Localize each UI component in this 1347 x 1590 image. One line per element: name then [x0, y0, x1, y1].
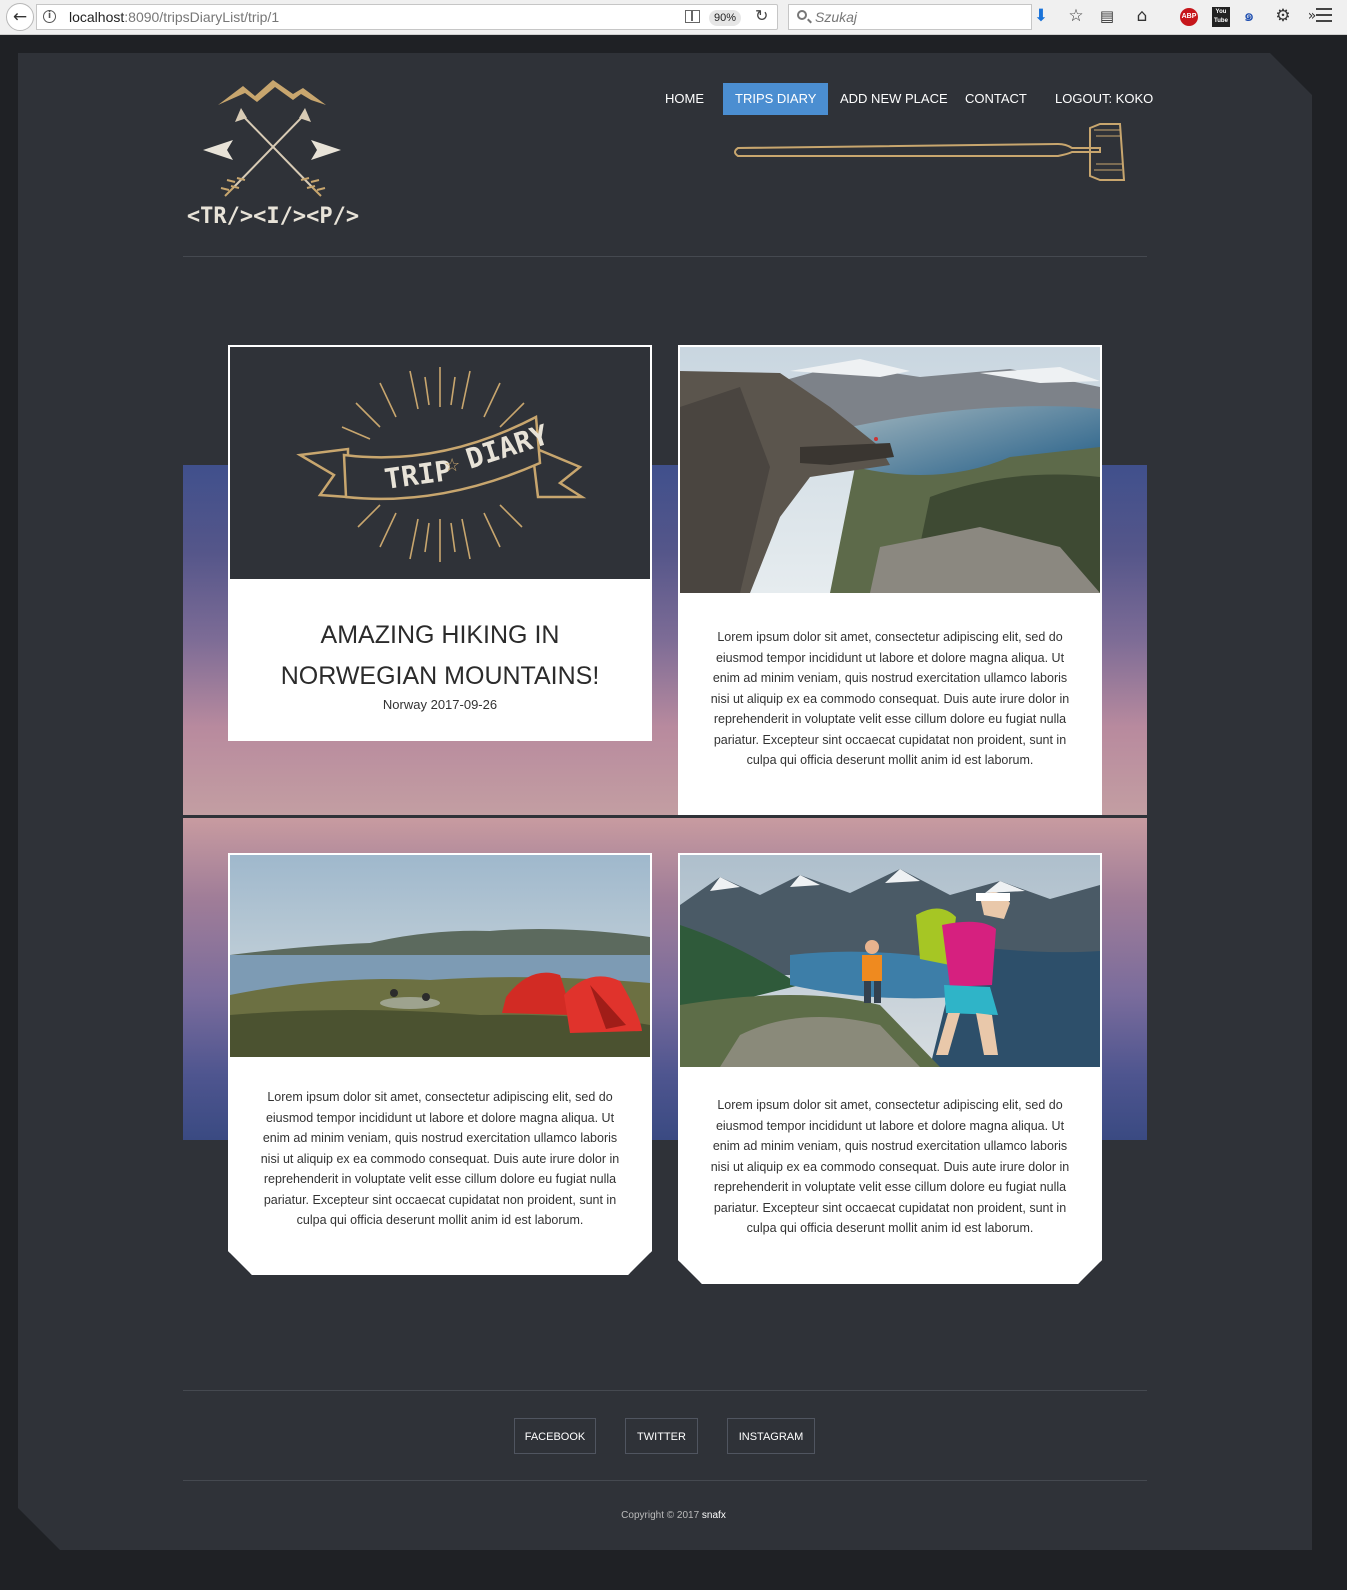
download-icon[interactable]: ⬇ — [1030, 5, 1052, 27]
trip-entry-card: Lorem ipsum dolor sit amet, consectetur … — [228, 853, 652, 1275]
search-bar[interactable]: Szukaj — [788, 4, 1032, 30]
entry-photo-hikers — [680, 855, 1100, 1067]
entry-text: Lorem ipsum dolor sit amet, consectetur … — [710, 1098, 1070, 1235]
entry-photo-fjord — [680, 347, 1100, 593]
info-icon[interactable]: i — [43, 10, 56, 23]
page-scrollbar[interactable] — [1330, 35, 1347, 1590]
url-text: localhost:8090/tripsDiaryList/trip/1 — [69, 9, 279, 25]
trip-diary-emblem: TRIP ☆ DIARY — [296, 367, 587, 562]
url-host: localhost — [69, 9, 125, 25]
browser-toolbar: ← i localhost:8090/tripsDiaryList/trip/1… — [0, 0, 1347, 35]
search-icon — [797, 10, 807, 20]
badge-star-icon: ☆ — [444, 455, 460, 476]
header-divider — [183, 256, 1147, 257]
axe-icon — [734, 123, 1126, 181]
bookmark-star-icon[interactable]: ☆ — [1065, 5, 1087, 27]
url-bar[interactable]: i localhost:8090/tripsDiaryList/trip/1 9… — [36, 4, 778, 30]
twitter-button[interactable]: TWITTER — [625, 1418, 698, 1454]
entry-text: Lorem ipsum dolor sit amet, consectetur … — [710, 630, 1070, 767]
footer-divider-top — [183, 1390, 1147, 1391]
site-logo[interactable]: <TR/><I/><P/> — [183, 78, 363, 228]
facebook-button[interactable]: FACEBOOK — [514, 1418, 596, 1454]
trip-diary-badge: TRIP ☆ DIARY — [230, 347, 650, 579]
nav-add-new-place[interactable]: ADD NEW PLACE — [828, 83, 960, 115]
nav-home[interactable]: HOME — [653, 83, 716, 115]
extension-icon[interactable]: ๑ — [1238, 5, 1260, 27]
youtube-icon[interactable]: You Tube — [1212, 7, 1230, 27]
copyright-author[interactable]: snafx — [702, 1510, 726, 1521]
home-icon[interactable]: ⌂ — [1131, 5, 1153, 27]
search-placeholder: Szukaj — [815, 9, 858, 25]
reload-icon[interactable]: ↻ — [755, 6, 768, 25]
band-divider — [183, 815, 1147, 818]
adblock-icon[interactable]: ABP — [1180, 8, 1198, 26]
trip-location-date: Norway 2017-09-26 — [382, 697, 498, 712]
trip-entry-card: Lorem ipsum dolor sit amet, consectetur … — [678, 345, 1102, 815]
entry-photo-camping — [230, 855, 650, 1057]
menu-icon[interactable] — [1316, 8, 1332, 24]
entry-text: Lorem ipsum dolor sit amet, consectetur … — [260, 1090, 620, 1227]
extension-gear-icon[interactable]: ⚙ — [1272, 5, 1294, 27]
instagram-button[interactable]: INSTAGRAM — [727, 1418, 815, 1454]
copyright: Copyright © 2017 snafx — [0, 1510, 1347, 1521]
nav-logout[interactable]: LOGOUT: KOKO — [1043, 83, 1165, 115]
footer-divider-bottom — [183, 1480, 1147, 1481]
reader-view-icon[interactable] — [685, 10, 700, 23]
nav-trips-diary[interactable]: TRIPS DIARY — [723, 83, 829, 115]
zoom-badge[interactable]: 90% — [709, 10, 742, 26]
url-path: :8090/tripsDiaryList/trip/1 — [124, 9, 280, 25]
logo-wordmark: <TR/><I/><P/> — [187, 204, 359, 228]
nav-contact[interactable]: CONTACT — [953, 83, 1039, 115]
copyright-text: Copyright © 2017 — [621, 1510, 700, 1521]
back-arrow-icon[interactable]: ← — [6, 3, 34, 31]
trip-title: AMAZING HIKING IN NORWEGIAN MOUNTAINS! — [280, 621, 600, 690]
bookmarks-list-icon[interactable]: ▤ — [1096, 5, 1118, 27]
trip-title-card: TRIP ☆ DIARY AMAZING HIKING IN NORWEGIAN… — [228, 345, 652, 741]
trip-entry-card: Lorem ipsum dolor sit amet, consectetur … — [678, 853, 1102, 1284]
